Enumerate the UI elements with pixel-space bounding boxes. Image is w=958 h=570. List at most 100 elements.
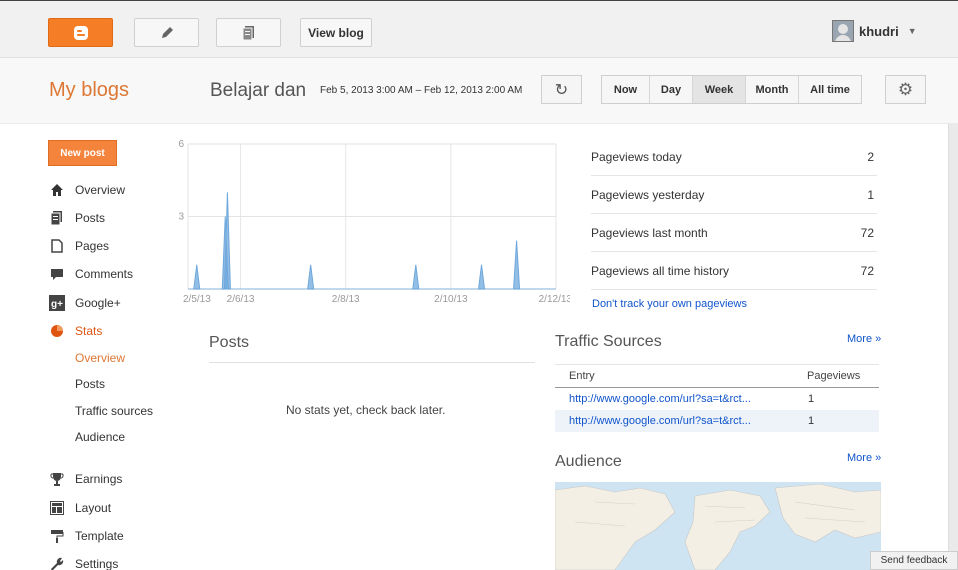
svg-text:g+: g+ [51, 299, 63, 310]
pageviews-all-time-row: Pageviews all time history 72 [591, 252, 877, 290]
pageviews-last-month-row: Pageviews last month 72 [591, 214, 877, 252]
dont-track-link[interactable]: Don't track your own pageviews [592, 298, 747, 310]
range-selector: Now Day Week Month All time [601, 75, 862, 104]
divider [209, 362, 535, 363]
column-header-entry: Entry [569, 370, 595, 382]
blogger-logo-icon [73, 25, 88, 40]
sidebar-item-pages[interactable]: Pages [49, 238, 109, 254]
sidebar-item-comments[interactable]: Comments [49, 266, 133, 282]
table-row: http://www.google.com/url?sa=t&rct... 1 [555, 410, 879, 432]
range-month-button[interactable]: Month [746, 76, 799, 103]
stats-sub-audience[interactable]: Audience [75, 430, 125, 444]
sidebar-item-overview[interactable]: Overview [49, 182, 125, 198]
refresh-button[interactable]: ↻ [541, 75, 582, 104]
sidebar-item-settings[interactable]: Settings [49, 556, 118, 570]
blogger-logo-button[interactable] [48, 18, 113, 47]
view-blog-button[interactable]: View blog [300, 18, 372, 47]
pages-icon [242, 25, 254, 40]
sidebar-item-google-plus[interactable]: g+ Google+ [49, 295, 121, 311]
sidebar-item-label: Overview [75, 183, 126, 197]
entry-link[interactable]: http://www.google.com/url?sa=t&rct... [555, 415, 807, 427]
audience-title: Audience [555, 453, 622, 470]
range-day-button[interactable]: Day [650, 76, 693, 103]
audience-more-link[interactable]: More » [847, 452, 881, 464]
stat-label: Pageviews today [591, 149, 682, 164]
gear-icon: ⚙ [897, 79, 914, 99]
sidebar-item-label: Google+ [75, 296, 121, 310]
x-tick-label: 2/6/13 [227, 294, 255, 305]
settings-button[interactable]: ⚙ [885, 75, 926, 104]
world-map-graphic [555, 483, 881, 570]
world-map [555, 482, 881, 570]
sidebar-item-posts[interactable]: Posts [49, 210, 105, 226]
x-tick-label: 2/8/13 [332, 294, 360, 305]
pageviews-chart: 6 3 2/5/13 2/6/13 2/8/13 2/10/13 2/12/13 [170, 136, 572, 313]
home-icon [49, 182, 65, 198]
sidebar-item-label: Pages [75, 239, 110, 253]
table-row: http://www.google.com/url?sa=t&rct... 1 [555, 388, 879, 410]
pageviews-yesterday-row: Pageviews yesterday 1 [591, 176, 877, 214]
blog-name[interactable]: Belajar dan [210, 80, 306, 102]
new-post-pencil-button[interactable] [134, 18, 199, 47]
range-all-time-button[interactable]: All time [799, 76, 861, 103]
stats-sub-traffic-sources[interactable]: Traffic sources [75, 404, 153, 418]
pageviews-summary: Pageviews today 2 Pageviews yesterday 1 … [591, 138, 877, 290]
stats-sub-overview[interactable]: Overview [75, 351, 125, 365]
new-post-button[interactable]: New post [48, 140, 117, 166]
posts-icon [49, 210, 65, 226]
pencil-icon [161, 26, 173, 38]
traffic-sources-title: Traffic Sources [555, 333, 662, 350]
chart-svg: 6 3 2/5/13 2/6/13 2/8/13 2/10/13 2/12/13 [178, 139, 572, 305]
pageviews-today-row: Pageviews today 2 [591, 138, 877, 176]
y-tick-label: 3 [178, 212, 184, 223]
traffic-more-link[interactable]: More » [847, 333, 881, 345]
avatar [832, 20, 854, 42]
range-now-button[interactable]: Now [602, 76, 650, 103]
sidebar-item-label: Earnings [75, 472, 123, 486]
sidebar-item-label: Layout [75, 501, 112, 515]
stat-value: 1 [867, 187, 874, 202]
sidebar-item-layout[interactable]: Layout [49, 500, 111, 516]
trophy-icon [49, 471, 65, 487]
top-bar: View blog khudri ▼ [0, 0, 958, 58]
posts-list-button[interactable] [216, 18, 281, 47]
date-range: Feb 5, 2013 3:00 AM – Feb 12, 2013 2:00 … [320, 85, 523, 96]
sidebar-item-label: Posts [75, 211, 106, 225]
send-feedback-button[interactable]: Send feedback [870, 551, 958, 570]
column-header-pageviews: Pageviews [807, 370, 861, 382]
user-menu[interactable]: khudri ▼ [832, 20, 917, 42]
stat-label: Pageviews last month [591, 225, 708, 240]
scrollbar[interactable] [948, 124, 958, 570]
sidebar-item-label: Comments [75, 267, 134, 281]
sidebar-item-earnings[interactable]: Earnings [49, 471, 122, 487]
entry-link[interactable]: http://www.google.com/url?sa=t&rct... [555, 393, 807, 405]
y-tick-label: 6 [178, 139, 184, 150]
stat-label: Pageviews all time history [591, 263, 730, 278]
table-header: Entry Pageviews [555, 364, 879, 388]
stat-value: 72 [860, 263, 874, 278]
range-week-button[interactable]: Week [693, 76, 746, 103]
paint-roller-icon [49, 528, 65, 544]
stats-sub-posts[interactable]: Posts [75, 377, 105, 391]
sidebar-item-label: Stats [75, 324, 103, 338]
entry-pageviews: 1 [808, 415, 815, 427]
sidebar-item-template[interactable]: Template [49, 528, 124, 544]
entry-pageviews: 1 [808, 393, 815, 405]
sidebar-item-stats[interactable]: Stats [49, 323, 102, 339]
my-blogs-link[interactable]: My blogs [49, 79, 129, 102]
pages-icon [49, 238, 65, 254]
posts-section-title: Posts [209, 334, 250, 351]
stat-value: 72 [860, 225, 874, 240]
google-plus-icon: g+ [49, 295, 65, 311]
pie-chart-icon [49, 323, 65, 339]
sidebar-item-label: Settings [75, 557, 119, 570]
stat-label: Pageviews yesterday [591, 187, 705, 202]
chevron-down-icon: ▼ [907, 26, 917, 36]
username: khudri [859, 23, 899, 39]
posts-empty-message: No stats yet, check back later. [286, 403, 446, 417]
wrench-icon [49, 556, 65, 570]
comment-icon [49, 266, 65, 282]
traffic-sources-table: Entry Pageviews http://www.google.com/ur… [555, 364, 879, 432]
sidebar-item-label: Template [75, 529, 124, 543]
x-tick-label: 2/12/13 [539, 294, 570, 305]
